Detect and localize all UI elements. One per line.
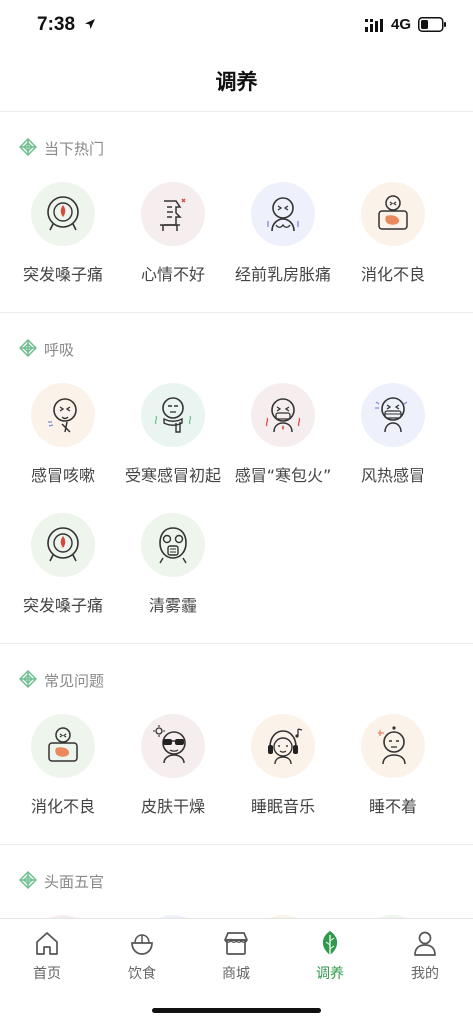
item-icon-circle (251, 383, 315, 447)
item-grid: 感冒咳嗽 受寒感冒初起 感冒“寒包火” 风热感冒突发嗓子痛 清雾霾 (0, 383, 473, 643)
location-arrow-icon (85, 19, 95, 29)
item-label: 消化不良 (360, 265, 425, 284)
item-icon-circle (251, 182, 315, 246)
condition-item[interactable]: 消化不良 (338, 182, 448, 312)
signal-icon (365, 19, 383, 32)
item-icon-circle (141, 513, 205, 577)
cough-icon (48, 398, 77, 433)
breast-pain-icon (267, 197, 299, 232)
shop-icon (224, 932, 248, 955)
condition-item[interactable]: 皮肤干燥 (118, 714, 228, 844)
tab-label: 首页 (33, 966, 61, 982)
section: 当下热门突发嗓子痛 心情不好 经前乳房胀痛 消化不良 (0, 112, 473, 313)
sunglasses-icon (153, 725, 186, 764)
stomach-icon (48, 727, 78, 762)
sleepless-icon (378, 726, 406, 765)
item-icon-circle (141, 383, 205, 447)
item-icon-circle (31, 513, 95, 577)
item-icon-circle (361, 182, 425, 246)
item-label: 突发嗓子痛 (22, 596, 103, 615)
item-label: 感冒咳嗽 (30, 466, 95, 485)
item-icon-circle (361, 714, 425, 778)
tab-leaf[interactable]: 调养 (300, 929, 360, 985)
condition-item[interactable]: 风热感冒 (338, 383, 448, 513)
tab-label: 饮食 (128, 966, 156, 982)
item-label: 睡不着 (368, 797, 417, 816)
section-header: 头面五官 (0, 845, 473, 915)
section-ornament-icon (19, 871, 37, 889)
item-label: 睡眠音乐 (250, 797, 315, 816)
condition-item[interactable]: 清雾霾 (118, 513, 228, 643)
tab-label: 我的 (411, 966, 439, 982)
section-header: 常见问题 (0, 644, 473, 714)
section: 常见问题消化不良 皮肤干燥 睡眠音乐 睡不着 (0, 644, 473, 845)
item-icon-circle (141, 714, 205, 778)
tab-label: 商城 (222, 966, 250, 982)
section-header: 呼吸 (0, 313, 473, 383)
throat-icon (47, 196, 79, 231)
section-title: 呼吸 (44, 341, 75, 359)
item-icon-circle (361, 383, 425, 447)
section-title: 当下热门 (44, 140, 105, 158)
item-label: 心情不好 (140, 265, 205, 284)
item-label: 受寒感冒初起 (124, 466, 221, 485)
section-header: 当下热门 (0, 112, 473, 182)
item-icon-circle (251, 714, 315, 778)
item-label: 清雾霾 (148, 596, 197, 615)
section-ornament-icon (19, 670, 37, 688)
home-icon (36, 932, 58, 955)
fever-icon (265, 398, 301, 433)
tab-user[interactable]: 我的 (395, 929, 455, 985)
battery-icon (418, 17, 446, 32)
headphones-icon (268, 728, 303, 765)
condition-item[interactable]: 受寒感冒初起 (118, 383, 228, 513)
condition-item[interactable]: 经前乳房胀痛 (228, 182, 338, 312)
condition-item[interactable]: 感冒“寒包火” (228, 383, 338, 513)
mood-icon (160, 198, 186, 231)
section-title: 常见问题 (44, 672, 105, 690)
section-ornament-icon (19, 339, 37, 357)
item-icon-circle (31, 182, 95, 246)
condition-item[interactable]: 心情不好 (118, 182, 228, 312)
user-icon (414, 931, 436, 956)
network-label: 4G (391, 16, 412, 33)
content-scroll[interactable]: 当下热门 突发嗓子痛 心情不好 经前乳房胀痛 消化不良 呼吸 感冒咳嗽 受寒感冒初起 感冒“寒包… (0, 112, 473, 918)
page-title: 调养 (215, 70, 258, 94)
throat-icon (47, 527, 79, 562)
condition-item[interactable]: 感冒咳嗽 (8, 383, 118, 513)
section-title: 头面五官 (44, 873, 105, 891)
item-label: 皮肤干燥 (140, 797, 205, 816)
condition-item[interactable]: 睡不着 (338, 714, 448, 844)
status-bar: 7:38 4G (0, 0, 473, 52)
section-ornament-icon (19, 138, 37, 156)
tab-shop[interactable]: 商城 (206, 929, 266, 985)
status-time: 7:38 (37, 14, 76, 35)
item-label: 风热感冒 (360, 466, 425, 485)
item-label: 突发嗓子痛 (22, 265, 103, 284)
tab-home[interactable]: 首页 (17, 929, 77, 985)
item-label: 经前乳房胀痛 (234, 265, 331, 284)
stomach-icon (378, 195, 408, 230)
item-icon-circle (31, 714, 95, 778)
tab-food-bowl[interactable]: 饮食 (112, 929, 172, 985)
condition-item[interactable]: 消化不良 (8, 714, 118, 844)
item-grid: 消化不良 皮肤干燥 睡眠音乐 睡不着 (0, 714, 473, 844)
condition-item[interactable]: 突发嗓子痛 (8, 182, 118, 312)
leaf-icon (322, 931, 338, 955)
condition-item[interactable]: 睡眠音乐 (228, 714, 338, 844)
tab-label: 调养 (316, 966, 344, 982)
condition-item[interactable]: 突发嗓子痛 (8, 513, 118, 643)
item-icon-circle (141, 182, 205, 246)
item-icon-circle (31, 383, 95, 447)
section: 呼吸感冒咳嗽 受寒感冒初起 感冒“寒包火” 风热感冒突发嗓子痛 清雾霾 (0, 313, 473, 644)
gas-mask-icon (159, 527, 187, 564)
mask-icon (375, 397, 408, 433)
section: 头面五官 (0, 845, 473, 918)
item-label: 感冒“寒包火” (234, 466, 332, 485)
food-bowl-icon (131, 934, 153, 955)
cold-scarf-icon (154, 397, 192, 433)
item-label: 消化不良 (30, 797, 95, 816)
home-indicator (152, 1008, 321, 1013)
item-grid: 突发嗓子痛 心情不好 经前乳房胀痛 消化不良 (0, 182, 473, 312)
